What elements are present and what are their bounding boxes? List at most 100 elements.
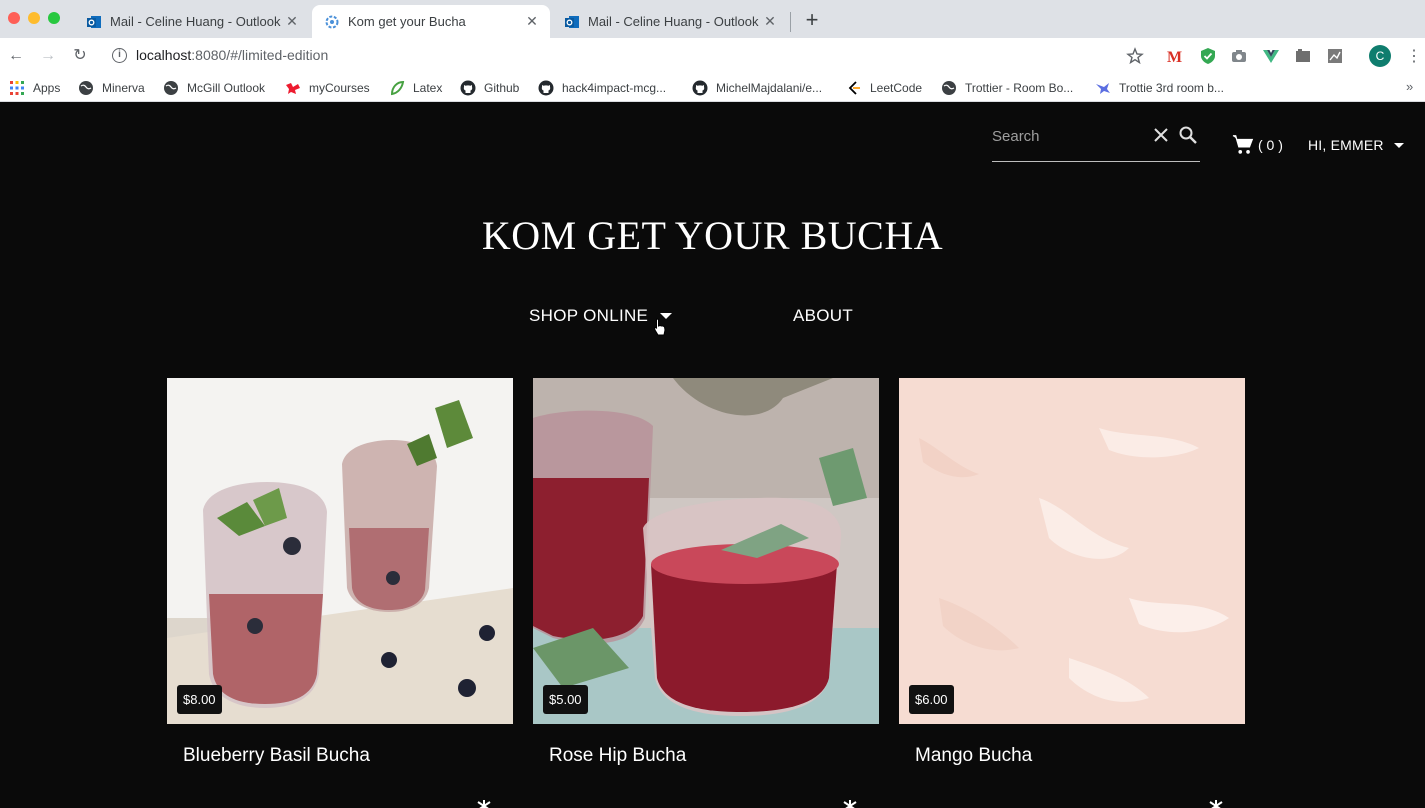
browser-tab-active[interactable]: Kom get your Bucha ✕ (312, 5, 550, 38)
bookmark-leetcode[interactable]: LeetCode (846, 80, 922, 96)
bookmark-mycourses[interactable]: myCourses (285, 80, 370, 96)
outlook-icon (565, 15, 579, 28)
camera-extension-icon[interactable] (1230, 47, 1248, 65)
product-card[interactable]: $5.00 Rose Hip Bucha (533, 378, 879, 767)
blueberry-drink-photo (167, 378, 513, 724)
bookmark-label: Trottie 3rd room b... (1119, 81, 1224, 95)
globe-icon (79, 81, 93, 95)
bookmark-label: hack4impact-mcg... (562, 81, 667, 95)
nav-about[interactable]: ABOUT (793, 306, 853, 326)
product-name[interactable]: Rose Hip Bucha (549, 745, 879, 767)
user-menu[interactable]: HI, EMMER (1308, 137, 1404, 153)
tab-title: Kom get your Bucha (348, 14, 466, 29)
price-badge: $5.00 (543, 685, 588, 714)
browser-tab-outlook-1[interactable]: Mail - Celine Huang - Outlook ✕ (74, 5, 310, 38)
site-title: KOM GET YOUR BUCHA (481, 213, 944, 258)
bookmark-latex[interactable]: Latex (389, 80, 442, 96)
nav-label: ABOUT (793, 306, 854, 325)
site-info-icon[interactable]: i (112, 48, 127, 63)
sparkle-icon (1209, 800, 1223, 808)
leetcode-icon (848, 81, 860, 95)
apps-grid-icon (10, 81, 24, 95)
extension-icon[interactable] (1326, 47, 1344, 65)
bookmark-trottie-3rd[interactable]: Trottie 3rd room b... (1095, 80, 1224, 96)
address-bar[interactable]: localhost:8080/#/limited-edition (136, 47, 328, 63)
back-arrow-icon[interactable]: ← (6, 46, 26, 66)
bookmark-apps[interactable]: Apps (9, 80, 60, 96)
browser-toolbar: ← → ↻ i localhost:8080/#/limited-edition… (0, 38, 1425, 74)
price-badge: $6.00 (909, 685, 954, 714)
svg-text:M: M (1167, 49, 1182, 65)
vue-gear-icon (325, 15, 339, 28)
outlook-icon (87, 15, 101, 28)
product-card[interactable]: $8.00 Blueberry Basil Bucha (167, 378, 513, 767)
close-tab-icon[interactable]: ✕ (762, 13, 778, 30)
bookmark-hack4impact[interactable]: hack4impact-mcg... (538, 80, 666, 96)
bookmark-label: myCourses (309, 81, 370, 95)
menu-kebab-icon[interactable]: ⋮ (1406, 46, 1422, 66)
tab-separator (790, 12, 791, 32)
nav-shop-online[interactable]: SHOP ONLINE (529, 306, 673, 326)
rose-hip-drink-photo (533, 378, 879, 724)
mango-texture-photo (899, 378, 1245, 724)
bookmark-michelmajdalani[interactable]: MichelMajdalani/e... (692, 80, 822, 96)
forward-arrow-icon[interactable]: → (38, 46, 58, 66)
bookmark-trottier-room[interactable]: Trottier - Room Bo... (941, 80, 1073, 96)
product-card[interactable]: $6.00 Mango Bucha (899, 378, 1245, 767)
overleaf-leaf-icon (390, 80, 405, 96)
bookmark-star-icon[interactable] (1126, 47, 1144, 65)
product-name[interactable]: Blueberry Basil Bucha (183, 745, 513, 767)
github-icon (692, 80, 708, 96)
product-image-blueberry[interactable]: $8.00 (167, 378, 513, 724)
page-content: ( 0 ) HI, EMMER KOM GET YOUR BUCHA SHOP … (0, 106, 1425, 808)
bookmark-github[interactable]: Github (460, 80, 519, 96)
url-path: :8080/#/limited-edition (191, 47, 329, 63)
browser-tab-outlook-2[interactable]: Mail - Celine Huang - Outlook ✕ (552, 5, 788, 38)
price-badge: $8.00 (177, 685, 222, 714)
profile-avatar[interactable]: C (1369, 45, 1391, 67)
sparkle-icon (843, 800, 857, 808)
bookmark-minerva[interactable]: Minerva (78, 80, 145, 96)
product-image-mango[interactable]: $6.00 (899, 378, 1245, 724)
product-name[interactable]: Mango Bucha (915, 745, 1245, 767)
sparkle-icon (477, 800, 491, 808)
bookmark-label: Latex (413, 81, 443, 95)
maximize-window-button[interactable] (48, 12, 60, 24)
nav-label: SHOP ONLINE (529, 306, 649, 325)
search-icon[interactable] (1178, 125, 1198, 145)
minimize-window-button[interactable] (28, 12, 40, 24)
github-icon (460, 80, 476, 96)
shield-extension-icon[interactable] (1199, 47, 1217, 65)
url-host: localhost (136, 47, 192, 63)
product-image-rose-hip[interactable]: $5.00 (533, 378, 879, 724)
bookmark-mcgill-outlook[interactable]: McGill Outlook (163, 80, 265, 96)
vue-devtools-icon[interactable] (1262, 47, 1280, 65)
chevron-down-icon (1393, 142, 1404, 148)
tab-title: Mail - Celine Huang - Outlook (110, 14, 281, 29)
bookmark-label: Apps (33, 81, 61, 95)
browser-tab-bar: Mail - Celine Huang - Outlook ✕ Kom get … (0, 0, 1425, 38)
bookmark-label: Trottier - Room Bo... (965, 81, 1074, 95)
globe-icon (164, 81, 178, 95)
github-icon (538, 80, 554, 96)
reload-icon[interactable]: ↻ (70, 46, 90, 66)
bookmark-label: Github (484, 81, 520, 95)
close-window-button[interactable] (8, 12, 20, 24)
clear-search-icon[interactable] (1152, 126, 1170, 144)
mcgill-crest-icon (286, 83, 300, 94)
bookmark-label: LeetCode (870, 81, 923, 95)
bookmarks-bar: Apps Minerva McGill Outlook myCourses La… (0, 74, 1425, 102)
hand-cursor-icon (653, 318, 666, 336)
search-input[interactable] (992, 124, 1142, 148)
close-tab-icon[interactable]: ✕ (524, 13, 540, 30)
shopping-cart-icon (1232, 135, 1254, 154)
cart-button[interactable]: ( 0 ) (1232, 134, 1283, 156)
close-tab-icon[interactable]: ✕ (284, 13, 300, 30)
more-bookmarks-icon[interactable]: » (1406, 79, 1413, 94)
new-tab-button[interactable]: + (802, 8, 822, 32)
bookmark-label: Minerva (102, 81, 145, 95)
bird-icon (1096, 83, 1110, 94)
globe-icon (942, 81, 956, 95)
extension-icon[interactable] (1294, 47, 1312, 65)
gmail-extension-icon[interactable]: M (1166, 47, 1184, 65)
